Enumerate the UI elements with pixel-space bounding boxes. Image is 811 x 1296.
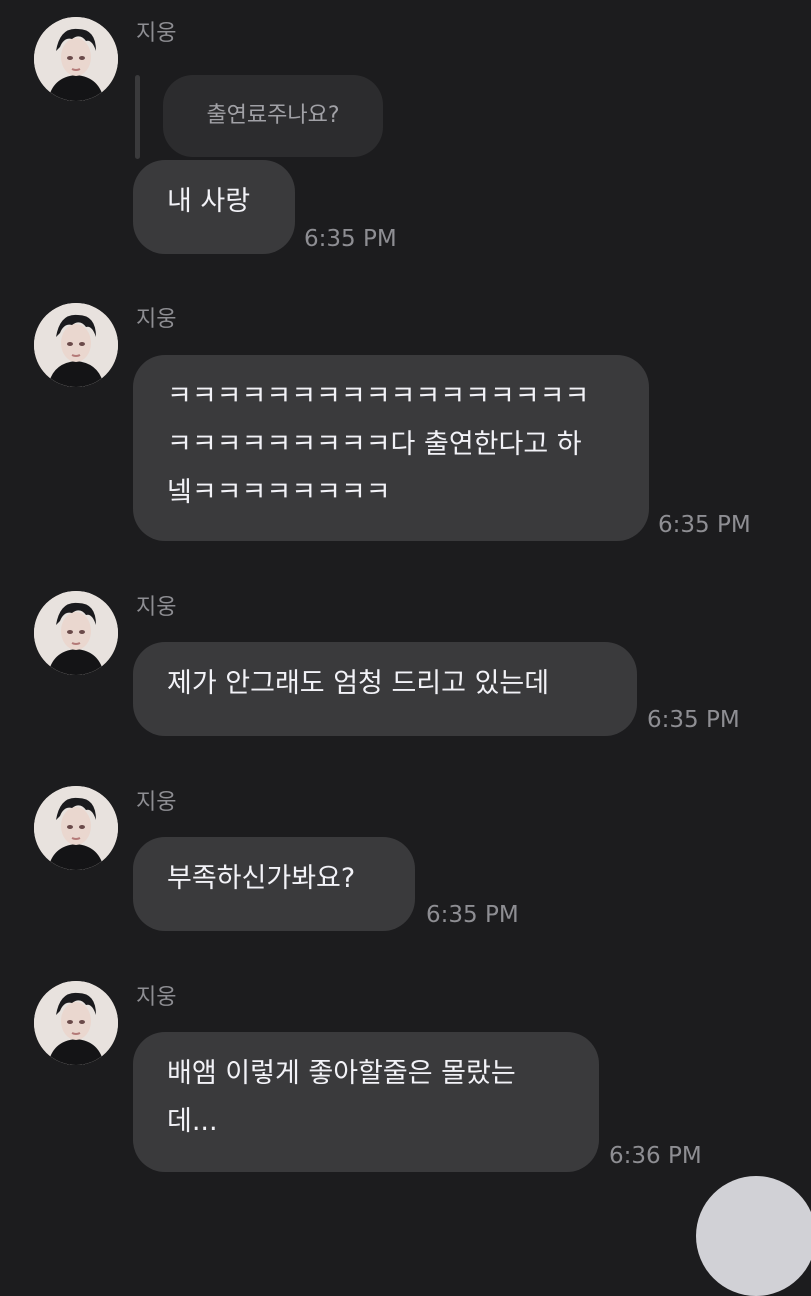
- sender-name: 지웅: [136, 790, 177, 815]
- message-bubble[interactable]: 제가 안그래도 엄청 드리고 있는데: [133, 642, 637, 736]
- reply-quote-bubble[interactable]: 출연료주나요?: [163, 75, 383, 157]
- message-bubble[interactable]: 배앰 이렇게 좋아할줄은 몰랐는 데...: [133, 1032, 599, 1172]
- avatar[interactable]: [34, 981, 118, 1065]
- reply-indicator: [135, 75, 140, 159]
- scroll-to-bottom-button[interactable]: [696, 1176, 811, 1296]
- sender-name: 지웅: [136, 985, 177, 1010]
- message-time: 6:35 PM: [647, 707, 740, 733]
- message-time: 6:36 PM: [609, 1143, 702, 1169]
- message-time: 6:35 PM: [426, 902, 519, 928]
- sender-name: 지웅: [136, 21, 177, 46]
- sender-name: 지웅: [136, 307, 177, 332]
- message-time: 6:35 PM: [304, 226, 397, 252]
- message-bubble[interactable]: 내 사랑: [133, 160, 295, 254]
- message-time: 6:35 PM: [658, 512, 751, 538]
- avatar[interactable]: [34, 786, 118, 870]
- message-bubble[interactable]: ㅋㅋㅋㅋㅋㅋㅋㅋㅋㅋㅋㅋㅋㅋㅋㅋㅋ ㅋㅋㅋㅋㅋㅋㅋㅋㅋ다 출연한다고 하 넼ㅋㅋ…: [133, 355, 649, 541]
- avatar[interactable]: [34, 591, 118, 675]
- sender-name: 지웅: [136, 595, 177, 620]
- avatar[interactable]: [34, 303, 118, 387]
- avatar[interactable]: [34, 17, 118, 101]
- message-bubble[interactable]: 부족하신가봐요?: [133, 837, 415, 931]
